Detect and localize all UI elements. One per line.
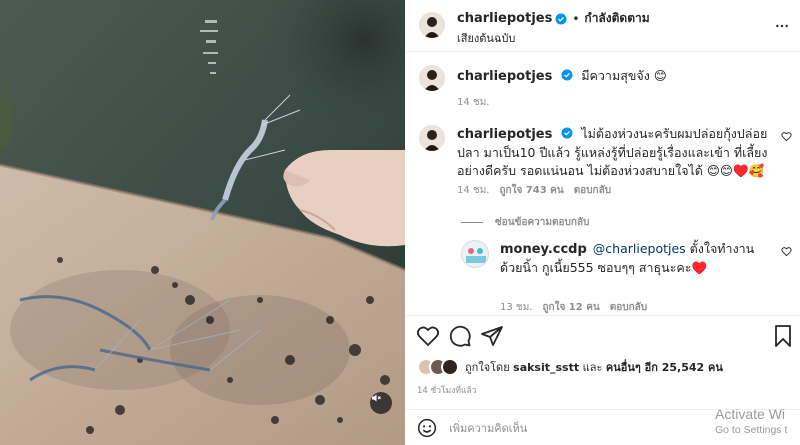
heart-icon[interactable] bbox=[781, 246, 792, 257]
caption-text-row: charliepotjes มีความสุขจัง 😊 bbox=[457, 67, 777, 86]
divider bbox=[405, 315, 800, 316]
comment-username[interactable]: charliepotjes bbox=[457, 127, 552, 142]
more-icon[interactable] bbox=[774, 18, 790, 34]
mute-icon bbox=[372, 394, 381, 402]
header-separator: • bbox=[572, 11, 580, 26]
divider-line bbox=[461, 222, 483, 223]
likes-middle: และ bbox=[582, 361, 603, 374]
comment-text-row: charliepotjes ไม่ต้องห่วงนะครับผมปล่อยกุ… bbox=[457, 125, 777, 180]
hide-replies-button[interactable]: ซ่อนข้อความตอบกลับ bbox=[461, 215, 589, 230]
action-bar bbox=[405, 322, 800, 350]
reply-mention[interactable]: @charliepotjes bbox=[593, 241, 686, 256]
bookmark-icon[interactable] bbox=[771, 324, 795, 348]
liker-avatars bbox=[417, 358, 461, 376]
comment-item: charliepotjes ไม่ต้องห่วงนะครับผมปล่อยกุ… bbox=[405, 125, 800, 205]
mute-button[interactable] bbox=[370, 392, 392, 414]
comment-time[interactable]: 14 ชม. bbox=[457, 183, 489, 198]
liker-username[interactable]: saksit_sstt bbox=[513, 361, 579, 374]
comments-list[interactable]: charliepotjes มีความสุขจัง 😊 14 ชม. char… bbox=[405, 53, 800, 315]
likes-text: ถูกใจโดย saksit_sstt และ คนอื่นๆ อีก 25,… bbox=[465, 358, 723, 376]
video-frame bbox=[0, 0, 405, 445]
post-time[interactable]: 14 ชั่วโมงที่แล้ว bbox=[417, 383, 476, 397]
watermark-title: Activate Wi bbox=[715, 406, 786, 422]
avatar bbox=[441, 358, 459, 376]
avatar[interactable] bbox=[419, 65, 445, 91]
verified-icon bbox=[561, 127, 573, 139]
caption-meta: 14 ชม. bbox=[457, 95, 489, 110]
reply-button[interactable]: ตอบกลับ bbox=[574, 183, 611, 198]
reply-reply-button[interactable]: ตอบกลับ bbox=[610, 300, 647, 315]
caption-time[interactable]: 14 ชม. bbox=[457, 95, 489, 110]
post-panel: charliepotjes • กำลังติดตาม เสียงต้นฉบับ… bbox=[405, 0, 800, 445]
likes-summary[interactable]: ถูกใจโดย saksit_sstt และ คนอื่นๆ อีก 25,… bbox=[417, 357, 723, 377]
reply-text-row: money.ccdp @charliepotjes ตั้งใจทำงานด้ว… bbox=[500, 240, 760, 277]
comment-input[interactable] bbox=[449, 418, 729, 438]
avatar[interactable] bbox=[419, 12, 445, 38]
heart-icon[interactable] bbox=[781, 131, 792, 142]
share-icon[interactable] bbox=[480, 324, 504, 348]
reply-username[interactable]: money.ccdp bbox=[500, 242, 587, 257]
hide-replies-label: ซ่อนข้อความตอบกลับ bbox=[495, 217, 590, 228]
reply-likes[interactable]: ถูกใจ 12 คน bbox=[542, 300, 599, 315]
comment-likes[interactable]: ถูกใจ 743 คน bbox=[499, 183, 563, 198]
likes-others[interactable]: คนอื่นๆ อีก 25,542 คน bbox=[606, 361, 723, 374]
post-media[interactable] bbox=[0, 0, 405, 445]
avatar[interactable] bbox=[419, 125, 445, 151]
reply-item: money.ccdp @charliepotjes ตั้งใจทำงานด้ว… bbox=[405, 240, 800, 313]
comment-meta: 14 ชม. ถูกใจ 743 คน ตอบกลับ bbox=[457, 183, 611, 198]
watermark-subtitle: Go to Settings t bbox=[715, 424, 788, 436]
likes-prefix: ถูกใจโดย bbox=[465, 361, 510, 374]
caption-text: มีความสุขจัง 😊 bbox=[581, 68, 667, 83]
emoji-icon[interactable] bbox=[417, 418, 437, 438]
reply-time[interactable]: 13 ชม. bbox=[500, 300, 532, 315]
verified-icon bbox=[555, 13, 567, 24]
audio-label[interactable]: เสียงต้นฉบับ bbox=[457, 29, 515, 47]
heart-icon[interactable] bbox=[416, 324, 440, 348]
caption: charliepotjes มีความสุขจัง 😊 14 ชม. bbox=[405, 65, 800, 115]
header-username[interactable]: charliepotjes bbox=[457, 11, 552, 26]
reply-meta: 13 ชม. ถูกใจ 12 คน ตอบกลับ bbox=[500, 300, 647, 315]
comment-icon[interactable] bbox=[448, 324, 472, 348]
verified-icon bbox=[561, 69, 573, 81]
activation-watermark: Activate Wi Go to Settings t bbox=[715, 406, 787, 438]
caption-username[interactable]: charliepotjes bbox=[457, 69, 552, 84]
header-title-row: charliepotjes • กำลังติดตาม bbox=[457, 9, 650, 28]
avatar[interactable] bbox=[461, 240, 489, 268]
post-header: charliepotjes • กำลังติดตาม เสียงต้นฉบับ bbox=[405, 0, 800, 52]
follow-status-button[interactable]: กำลังติดตาม bbox=[584, 9, 649, 28]
